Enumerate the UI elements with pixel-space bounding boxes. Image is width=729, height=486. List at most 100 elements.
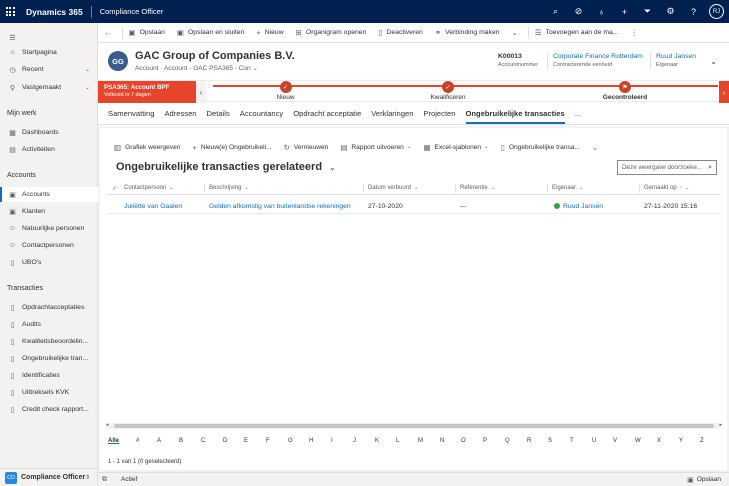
alphabet-filter-letter[interactable]: F xyxy=(266,438,270,444)
column-datum-verbuurd[interactable]: Datum verbuurd ⌄ xyxy=(368,181,418,195)
sidebar-item-accounts[interactable]: ▣ Accounts xyxy=(0,187,98,202)
filter-icon[interactable]: ⏷ xyxy=(636,0,659,23)
back-button[interactable]: ← xyxy=(98,23,122,43)
alphabet-filter-letter[interactable]: I xyxy=(331,438,333,444)
bpf-next-button[interactable]: › xyxy=(719,81,729,103)
save-button[interactable]: ▣ Opslaan xyxy=(123,23,171,43)
alphabet-filter-letter[interactable]: S xyxy=(548,438,552,444)
add-to-list-button[interactable]: ☰ Toevoegen aan de ma... xyxy=(529,23,625,43)
app-launcher-icon[interactable] xyxy=(0,7,20,16)
column-eigenaar[interactable]: Eigenaar ⌄ xyxy=(552,181,583,195)
tab-accountancy[interactable]: Accountancy xyxy=(240,103,283,125)
alphabet-filter-letter[interactable]: P xyxy=(483,438,487,444)
alphabet-filter-letter[interactable]: B xyxy=(179,438,183,444)
show-chart-button[interactable]: ▥ Grafiek weergeven xyxy=(108,140,186,154)
more-commands-button[interactable]: ⋮ xyxy=(624,23,648,43)
view-search-input[interactable] xyxy=(622,164,702,171)
scroll-right-icon[interactable]: ▸ xyxy=(719,422,722,428)
tab-adressen[interactable]: Adressen xyxy=(164,103,196,125)
alphabet-filter-letter[interactable]: Z xyxy=(700,438,704,444)
description-link[interactable]: Gelden afkomstig van buitenlandse rekeni… xyxy=(209,198,351,214)
sidebar-item-dashboards[interactable]: ▦ Dashboards xyxy=(0,125,98,140)
alphabet-filter-letter[interactable]: N xyxy=(440,438,444,444)
open-in-window-icon[interactable]: ⧉ xyxy=(102,476,107,484)
sidebar-item-credit-check[interactable]: ▯ Credit check rapport... xyxy=(0,402,98,417)
column-divider[interactable] xyxy=(547,184,548,193)
view-selector[interactable]: Ongebruikelijke transacties gerelateerd ⌄ xyxy=(116,161,336,173)
sidebar-item-klanten[interactable]: ▣ Klanten xyxy=(0,204,98,219)
alphabet-filter-letter[interactable]: C xyxy=(201,438,205,444)
column-referentie[interactable]: Referentie ⌄ xyxy=(460,181,495,195)
plus-icon[interactable]: + xyxy=(613,0,636,23)
table-row[interactable]: Juliëtte van Gaalen Gelden afkomstig van… xyxy=(108,198,720,214)
alphabet-filter-letter[interactable]: E xyxy=(244,438,248,444)
save-and-close-button[interactable]: ▣ Opslaan en sluiten xyxy=(171,23,250,43)
unusual-transaction-button[interactable]: ▯ Ongebruikelijke transa... xyxy=(495,140,586,154)
sidebar-item-audits[interactable]: ▯ Audits xyxy=(0,317,98,332)
task-icon[interactable]: ⊘ xyxy=(567,0,590,23)
sidebar-item-opdrachtacceptaties[interactable]: ▯ Opdrachtacceptaties xyxy=(0,300,98,315)
brand-name[interactable]: Dynamics 365 xyxy=(26,7,83,17)
select-all-checkbox[interactable]: ✓ xyxy=(112,181,117,195)
tab-ongebruikelijke-transacties[interactable]: Ongebruikelijke transacties xyxy=(465,103,565,125)
bpf-stage-nieuw[interactable]: ✓ Nieuw xyxy=(268,81,303,101)
column-divider[interactable] xyxy=(639,184,640,193)
alphabet-filter-letter[interactable]: # xyxy=(136,438,139,444)
contact-link[interactable]: Juliëtte van Gaalen xyxy=(124,198,182,214)
app-name[interactable]: Compliance Officer xyxy=(100,7,164,16)
new-button[interactable]: + Nieuw xyxy=(250,23,289,43)
search-icon[interactable]: ⌕ xyxy=(708,164,712,172)
alphabet-filter-letter[interactable]: X xyxy=(657,438,661,444)
alphabet-filter-letter[interactable]: T xyxy=(570,438,574,444)
excel-templates-button[interactable]: ▦ Excel-sjablonen ⌄ xyxy=(417,140,494,154)
alphabet-filter-all[interactable]: Alle xyxy=(108,438,119,444)
alphabet-filter-letter[interactable]: R xyxy=(527,438,531,444)
column-gemaakt-op[interactable]: Gemaakt op ↑ ⌄ xyxy=(644,181,689,195)
alphabet-filter-letter[interactable]: V xyxy=(613,438,617,444)
connect-dropdown-button[interactable]: ⌄ xyxy=(506,23,528,43)
tab-samenvatting[interactable]: Samenvatting xyxy=(108,103,154,125)
lightbulb-icon[interactable]: ♁ xyxy=(590,0,613,23)
tab-more[interactable]: ... xyxy=(575,103,581,125)
owner-cell[interactable]: Ruud Jansen xyxy=(554,198,603,214)
tab-verklaringen[interactable]: Verklaringen xyxy=(371,103,413,125)
subgrid-more-button[interactable]: ⌄ xyxy=(586,140,608,154)
sidebar-item-startpagina[interactable]: ⌂ Startpagina xyxy=(0,45,98,60)
alphabet-filter-letter[interactable]: M xyxy=(418,438,423,444)
open-org-chart-button[interactable]: ⊞ Organigram openen xyxy=(290,23,373,43)
tab-opdracht-acceptatie[interactable]: Opdracht acceptatie xyxy=(293,103,361,125)
column-beschrijving[interactable]: Beschrijving ⌄ xyxy=(209,181,249,195)
column-divider[interactable] xyxy=(363,184,364,193)
run-report-button[interactable]: ▤ Rapport uitvoeren ⌄ xyxy=(334,140,417,154)
sidebar-item-kwaliteitsbeoordelingen[interactable]: ▯ Kwaliteitsbeoordelin... xyxy=(0,334,98,349)
alphabet-filter-letter[interactable]: Q xyxy=(505,438,510,444)
alphabet-filter-letter[interactable]: A xyxy=(157,438,161,444)
new-transaction-button[interactable]: + Nieuw(e) Ongebruikeli... xyxy=(186,140,277,154)
alphabet-filter-letter[interactable]: L xyxy=(396,438,399,444)
sidebar-item-uittreksels-kvk[interactable]: ▯ Uittreksels KVK xyxy=(0,385,98,400)
sidebar-item-natuurlijke-personen[interactable]: ☺ Natuurlijke personen xyxy=(0,221,98,236)
bpf-stage-gecontroleerd[interactable]: ⚑ Gecontroleerd xyxy=(595,81,655,101)
bpf-flag[interactable]: PSA365: Account BPF Voltooid in 7 dagen xyxy=(98,81,196,103)
horizontal-scrollbar[interactable]: ◂ ▸ xyxy=(106,422,722,429)
alphabet-filter-letter[interactable]: J xyxy=(353,438,356,444)
scrollbar-thumb[interactable] xyxy=(114,424,714,428)
connect-button[interactable]: ⚭ Verbinding maken xyxy=(429,23,506,43)
chevron-down-icon[interactable]: ⌄ xyxy=(252,65,257,72)
scroll-left-icon[interactable]: ◂ xyxy=(106,422,109,428)
gear-icon[interactable]: ⚙ xyxy=(659,0,682,23)
alphabet-filter-letter[interactable]: D xyxy=(223,438,227,444)
sidebar-item-identificaties[interactable]: ▯ Identificaties xyxy=(0,368,98,383)
header-expand-chevron-icon[interactable]: ⌄ xyxy=(710,57,717,66)
owner-link[interactable]: Ruud Jansen xyxy=(656,53,696,60)
form-selector[interactable]: Account - GAC PSA365 - Con xyxy=(164,65,251,72)
alphabet-filter-letter[interactable]: K xyxy=(375,438,379,444)
search-icon[interactable]: ⌕ xyxy=(544,0,567,23)
tab-projecten[interactable]: Projecten xyxy=(423,103,455,125)
alphabet-filter-letter[interactable]: H xyxy=(309,438,313,444)
alphabet-filter-letter[interactable]: G xyxy=(288,438,293,444)
deactivate-button[interactable]: ▯ Deactiveren xyxy=(372,23,428,43)
contracting-unit-link[interactable]: Corporate Finance Rotterdam xyxy=(553,53,643,60)
refresh-button[interactable]: ↻ Vernieuwen xyxy=(278,140,335,154)
sidebar-item-vastgemaakt[interactable]: ⚲ Vastgemaakt ⌄ xyxy=(0,80,98,95)
